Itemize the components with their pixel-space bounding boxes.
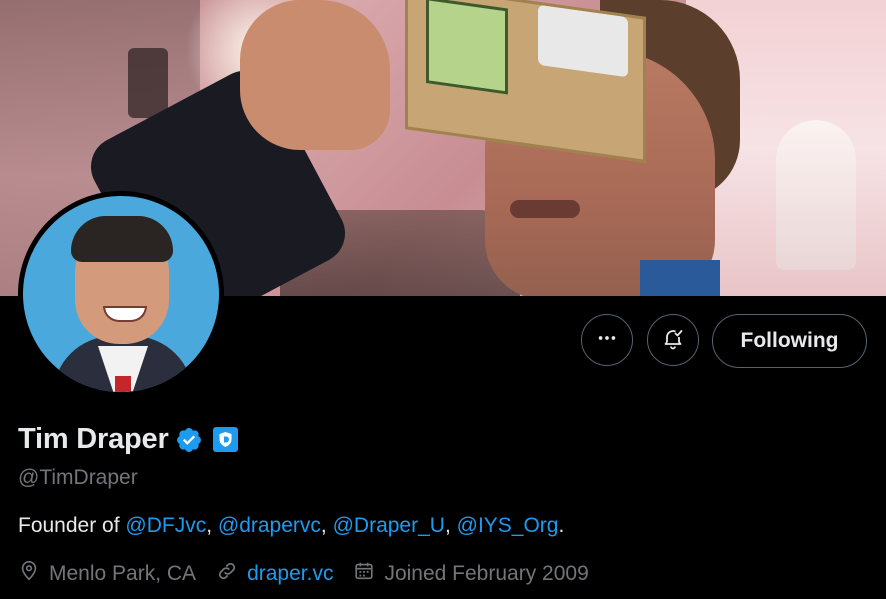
profile-bio: Founder of @DFJvc, @drapervc, @Draper_U,… (18, 514, 564, 538)
banner-shirt (640, 260, 720, 296)
notifications-button[interactable] (647, 314, 699, 366)
profile-name: Tim Draper (18, 423, 169, 455)
location-pin-icon (18, 560, 49, 588)
profile-avatar[interactable] (18, 191, 224, 397)
cardboard-logo (426, 0, 508, 95)
bio-separator: , (444, 514, 457, 537)
banner-mouth (510, 200, 580, 218)
profile-website[interactable]: draper.vc (216, 560, 333, 588)
bio-separator: , (206, 514, 218, 537)
bio-mention-drapervc[interactable]: @drapervc (218, 514, 321, 537)
bio-mention-dfjvc[interactable]: @DFJvc (125, 514, 206, 537)
website-link[interactable]: draper.vc (247, 562, 333, 586)
link-icon (216, 560, 247, 588)
bio-mention-iys-org[interactable]: @IYS_Org (457, 514, 559, 537)
banner-phone (538, 4, 628, 78)
government-badge-icon[interactable] (212, 427, 238, 452)
joined-text: Joined February 2009 (384, 562, 589, 585)
more-horizontal-icon (596, 327, 618, 354)
profile-meta-row: Menlo Park, CA draper.vc Joined February… (18, 560, 609, 588)
bio-text: Founder of (18, 514, 126, 537)
banner-hand (240, 0, 390, 150)
profile-joined: Joined February 2009 (353, 560, 589, 588)
banner-lamp (128, 48, 168, 118)
bio-mention-draper-u[interactable]: @Draper_U (333, 514, 445, 537)
location-text: Menlo Park, CA (49, 562, 197, 585)
calendar-icon (353, 560, 384, 588)
avatar-photo (23, 196, 219, 392)
bio-separator: , (320, 514, 333, 537)
avatar-hair (71, 216, 173, 262)
bell-check-icon (661, 326, 685, 355)
bio-suffix: . (558, 514, 565, 537)
following-button[interactable]: Following (712, 314, 867, 368)
avatar-tie (115, 376, 131, 392)
banner-lamp-shade (776, 120, 856, 270)
profile-location: Menlo Park, CA (18, 560, 196, 588)
profile-handle: @TimDraper (18, 466, 138, 489)
verified-badge-icon[interactable] (175, 426, 203, 454)
banner-vr-viewer (405, 0, 646, 163)
profile-name-row: Tim Draper (18, 423, 238, 456)
more-options-button[interactable] (581, 314, 633, 366)
